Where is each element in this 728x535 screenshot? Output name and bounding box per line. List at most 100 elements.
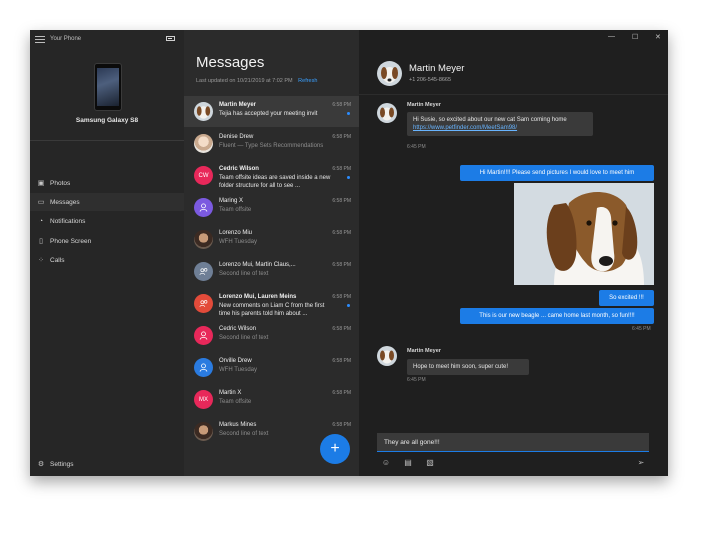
conversation-row[interactable]: MX Martin X 6:58 PM Team offsite (184, 384, 359, 415)
nav-item-label: Messages (50, 198, 80, 206)
bell-icon: ◔ (38, 217, 44, 225)
dialpad-icon: ⁘ (38, 257, 44, 264)
conversation-preview: Team offsite (219, 399, 252, 405)
new-message-button[interactable]: + (320, 434, 350, 464)
device-name: Samsung Galaxy S8 (75, 117, 139, 124)
conversation-row[interactable]: Lorenzo Mui, Lauren Meins 6:58 PM New comm… (184, 288, 359, 319)
conversation-name: Denise Drew (219, 134, 254, 140)
conversation-preview: Fluent — Type Sets Recommendations (219, 143, 324, 149)
photo-icon: ▣ (37, 180, 45, 187)
gear-icon: ⚙ (37, 461, 45, 468)
conversation-preview: Second line of text (219, 431, 269, 437)
conversation-name: Cedric Wilson (219, 166, 259, 172)
conversation-preview: Second line of text (219, 271, 269, 277)
conversation-time: 6:58 PM (332, 390, 351, 396)
avatar: MX (194, 390, 213, 409)
conversation-time: 6:58 PM (332, 166, 351, 172)
sender-name: Martin Meyer (407, 102, 441, 108)
message-link[interactable]: https://www.petfinder.com/MeetSam98/ (413, 125, 517, 131)
message-input[interactable]: They are all gone!!! (377, 433, 649, 452)
person-icon (194, 198, 213, 217)
conversation-row[interactable]: Orville Drew 6:58 PM WFH Tuesday (184, 352, 359, 383)
nav-item-notifications[interactable]: ◔ Notifications (30, 212, 184, 230)
app-title: Your Phone (50, 36, 82, 42)
conversation-name: Maring X (219, 198, 244, 204)
avatar (194, 102, 213, 121)
conversation-time: 6:58 PM (332, 134, 351, 140)
conversation-name: Martin Meyer (219, 102, 257, 108)
message-icon: ▭ (37, 199, 45, 206)
unread-indicator (347, 176, 350, 179)
nav-item-label: Photos (50, 179, 71, 187)
conversation-time: 6:58 PM (332, 326, 351, 332)
conversation-name: Martin X (219, 390, 242, 396)
conversation-row[interactable]: Denise Drew 6:58 PM Fluent — Type Sets Rec… (184, 128, 359, 159)
message-bubble-outgoing: So excited !!! (599, 290, 654, 306)
conversation-row[interactable]: Martin Meyer 6:58 PM Tejia has accepted yo… (184, 96, 359, 127)
conversation-preview: Team offsite ideas are saved inside a ne… (219, 175, 331, 189)
conversation-time: 6:58 PM (332, 230, 351, 236)
group-icon (194, 262, 213, 281)
contact-avatar (377, 61, 402, 86)
message-timestamp: 6:45 PM (407, 377, 426, 383)
gif-icon[interactable]: ▤ (403, 458, 413, 468)
avatar (194, 230, 213, 249)
contact-phone: +1 206-545-8665 (409, 77, 452, 83)
conversation-time: 6:58 PM (332, 422, 351, 428)
conversation-name: Orville Drew (219, 358, 252, 364)
conversation-time: 6:58 PM (332, 102, 351, 108)
battery-icon (166, 36, 175, 41)
beagle-photo[interactable] (514, 183, 654, 285)
conversation-preview: WFH Tuesday (219, 239, 258, 245)
conversation-preview: New comments on Liam C from the first ti… (219, 303, 325, 317)
conversation-time: 6:58 PM (332, 294, 351, 300)
emoji-icon[interactable]: ☺ (381, 458, 391, 468)
send-icon[interactable]: ➢ (636, 458, 646, 468)
nav-item-label: Settings (50, 460, 74, 468)
conversation-row[interactable]: CW Cedric Wilson 6:58 PM Team offsite ideas… (184, 160, 359, 191)
conversation-preview: Tejia has accepted your meeting invit (219, 111, 318, 117)
conversation-row[interactable]: Cedric Wilson 6:58 PM Second line of text (184, 320, 359, 351)
image-icon[interactable]: ▧ (425, 458, 435, 468)
conversation-name: Lorenzo Mui, Lauren Meins (219, 294, 297, 300)
phone-screen-icon: ▯ (39, 238, 43, 245)
contact-name: Martin Meyer (409, 63, 465, 74)
unread-indicator (347, 304, 350, 307)
message-bubble-outgoing: This is our new beagle ... came home las… (460, 308, 654, 324)
last-updated-label: Last updated on 10/21/2019 at 7:02 PM (196, 78, 293, 84)
nav-item-label: Phone Screen (50, 237, 92, 245)
unread-indicator (347, 112, 350, 115)
app-window: Your Phone Samsung Galaxy S8 ▣ Photos ▭ … (30, 30, 668, 476)
maximize-icon[interactable]: ☐ (632, 33, 638, 41)
hamburger-menu-icon[interactable] (35, 35, 45, 43)
nav-item-calls[interactable]: ⁘ Calls (30, 251, 184, 269)
conversation-name: Cedric Wilson (219, 326, 257, 332)
avatar (194, 134, 213, 153)
conversation-preview: Second line of text (219, 335, 269, 341)
conversation-name: Lorenzo Miu (219, 230, 253, 236)
conversation-row[interactable]: Lorenzo Miu 6:58 PM WFH Tuesday (184, 224, 359, 255)
nav-item-phone-screen[interactable]: ▯ Phone Screen (30, 232, 184, 250)
conversation-row[interactable]: Lorenzo Mui, Martin Claus,... 6:58 PM Seco… (184, 256, 359, 287)
nav-item-messages[interactable]: ▭ Messages (30, 193, 184, 211)
conversation-list-pane: Messages Last updated on 10/21/2019 at 7… (184, 30, 359, 476)
group-icon (194, 294, 213, 313)
avatar (194, 422, 213, 441)
minimize-icon[interactable]: — (608, 33, 615, 40)
message-bubble-incoming: Hope to meet him soon, super cute! (407, 359, 529, 375)
nav-item-settings[interactable]: ⚙ Settings (30, 455, 184, 473)
nav-pane: Your Phone Samsung Galaxy S8 ▣ Photos ▭ … (30, 30, 184, 476)
conversation-time: 6:58 PM (332, 358, 351, 364)
chat-header-divider (359, 94, 668, 95)
conversation-preview: WFH Tuesday (219, 367, 258, 373)
message-timestamp: 6:45 PM (632, 326, 651, 332)
sender-name: Martin Meyer (407, 348, 441, 354)
nav-item-photos[interactable]: ▣ Photos (30, 174, 184, 192)
message-bubble-incoming: Hi Susie, so excited about our new cat S… (407, 112, 593, 136)
nav-item-label: Calls (50, 256, 65, 264)
close-icon[interactable]: ✕ (655, 33, 661, 41)
last-updated-text: Last updated on 10/21/2019 at 7:02 PM Re… (196, 78, 317, 84)
conversation-row[interactable]: Maring X 6:58 PM Team offsite (184, 192, 359, 223)
refresh-link[interactable]: Refresh (298, 78, 317, 84)
nav-divider (30, 140, 184, 141)
